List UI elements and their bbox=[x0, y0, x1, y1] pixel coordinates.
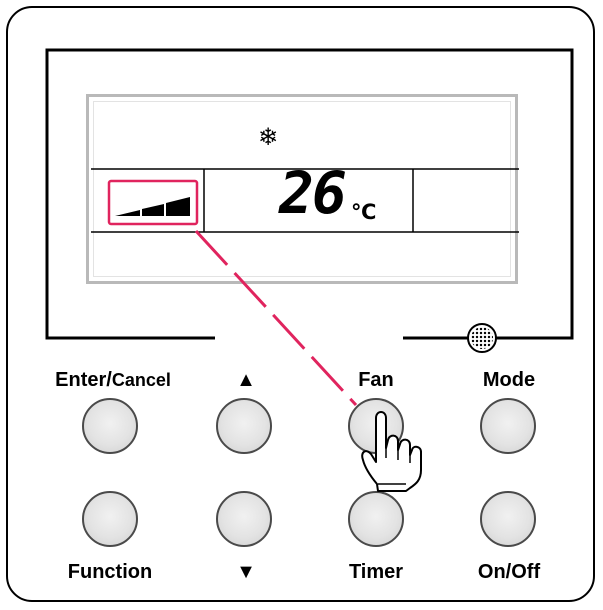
timer-button[interactable] bbox=[348, 491, 404, 547]
ir-sensor-icon bbox=[467, 323, 497, 353]
enter-cancel-button[interactable] bbox=[82, 398, 138, 454]
timer-label: Timer bbox=[348, 561, 404, 583]
down-button[interactable] bbox=[216, 491, 272, 547]
on-off-button[interactable] bbox=[480, 491, 536, 547]
up-arrow-label: ▲ bbox=[236, 369, 256, 391]
up-button[interactable] bbox=[216, 398, 272, 454]
fan-button[interactable] bbox=[348, 398, 404, 454]
function-label: Function bbox=[67, 561, 153, 583]
snowflake-icon: ❄ bbox=[258, 124, 279, 151]
enter-cancel-label: Enter/Cancel bbox=[55, 369, 171, 391]
mode-label: Mode bbox=[482, 369, 536, 391]
on-off-label: On/Off bbox=[477, 561, 541, 583]
temperature-value: 26 bbox=[279, 159, 347, 227]
fan-label: Fan bbox=[358, 369, 394, 391]
function-button[interactable] bbox=[82, 491, 138, 547]
down-arrow-label: ▼ bbox=[236, 561, 256, 583]
mode-button[interactable] bbox=[480, 398, 536, 454]
temperature-unit: ℃ bbox=[351, 201, 377, 224]
